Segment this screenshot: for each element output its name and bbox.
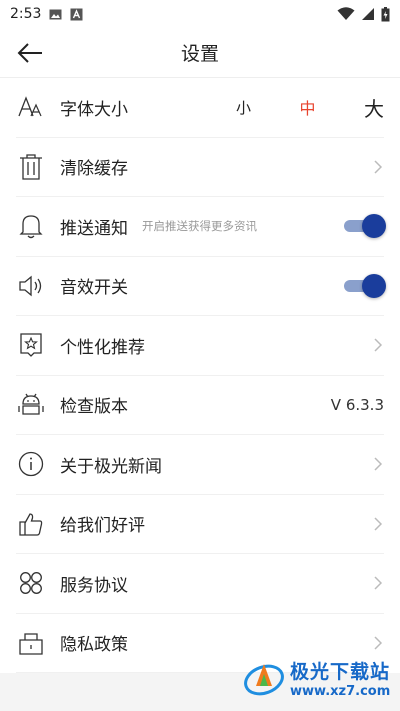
push-notification-hint: 开启推送获得更多资讯 xyxy=(142,219,257,234)
watermark-logo-icon xyxy=(244,664,284,696)
about-label: 关于极光新闻 xyxy=(60,456,162,477)
image-icon xyxy=(49,9,62,19)
font-size-options: 小 中 大 xyxy=(216,78,384,137)
push-notification-row: 推送通知 开启推送获得更多资讯 xyxy=(16,197,386,257)
font-size-label: 字体大小 xyxy=(60,99,128,120)
battery-icon xyxy=(381,6,390,21)
trash-icon xyxy=(16,152,46,182)
chevron-right-icon xyxy=(374,576,383,590)
clover-icon xyxy=(16,568,46,598)
clear-cache-label: 清除缓存 xyxy=(60,159,128,180)
bell-icon xyxy=(16,211,46,241)
chevron-right-icon xyxy=(374,517,383,531)
font-size-small-option[interactable]: 小 xyxy=(236,97,251,118)
info-icon xyxy=(16,449,46,479)
push-notification-toggle[interactable] xyxy=(344,214,386,239)
version-row[interactable]: 检查版本 V 6.3.3 xyxy=(16,376,384,435)
privacy-label: 隐私政策 xyxy=(60,635,128,656)
speaker-icon xyxy=(16,271,46,301)
version-value: V 6.3.3 xyxy=(330,395,384,414)
font-size-icon xyxy=(16,92,46,122)
rate-row[interactable]: 给我们好评 xyxy=(16,495,384,554)
chevron-right-icon xyxy=(374,338,383,352)
lock-icon xyxy=(16,628,46,658)
back-button[interactable] xyxy=(12,36,48,70)
app-bar: 设置 xyxy=(0,28,400,78)
arrow-left-icon xyxy=(17,43,42,63)
page-title: 设置 xyxy=(180,43,219,65)
font-size-row: 字体大小 小 中 大 xyxy=(16,78,384,138)
wifi-icon xyxy=(337,7,355,20)
chevron-right-icon xyxy=(374,457,383,471)
status-bar: 2:53 xyxy=(0,0,400,28)
service-row[interactable]: 服务协议 xyxy=(16,554,384,614)
push-notification-label: 推送通知 xyxy=(60,218,128,239)
signal-icon xyxy=(362,8,374,20)
sound-label: 音效开关 xyxy=(60,278,128,299)
settings-list: 字体大小 小 中 大 清除缓存 推送通知 开启推送获得更多资讯 音效开关 个性化… xyxy=(0,78,400,673)
font-size-medium-option[interactable]: 中 xyxy=(300,95,316,119)
personalized-row[interactable]: 个性化推荐 xyxy=(16,316,384,376)
clear-cache-row[interactable]: 清除缓存 xyxy=(16,138,384,197)
about-row[interactable]: 关于极光新闻 xyxy=(16,435,384,495)
sound-row: 音效开关 xyxy=(16,257,386,316)
font-size-large-option[interactable]: 大 xyxy=(364,93,384,122)
watermark-name: 极光下载站 xyxy=(290,661,391,683)
font-notification-icon xyxy=(70,8,83,20)
watermark-url: www.xz7.com xyxy=(290,684,391,699)
watermark: 极光下载站 www.xz7.com xyxy=(242,650,394,706)
thumbs-up-icon xyxy=(16,509,46,539)
version-label: 检查版本 xyxy=(60,397,128,418)
android-icon xyxy=(16,390,46,420)
sound-toggle[interactable] xyxy=(344,273,386,298)
rate-label: 给我们好评 xyxy=(60,516,145,537)
star-bookmark-icon xyxy=(16,330,46,360)
chevron-right-icon xyxy=(374,160,383,174)
personalized-label: 个性化推荐 xyxy=(60,337,145,358)
service-label: 服务协议 xyxy=(60,575,128,596)
status-time: 2:53 xyxy=(10,6,42,22)
